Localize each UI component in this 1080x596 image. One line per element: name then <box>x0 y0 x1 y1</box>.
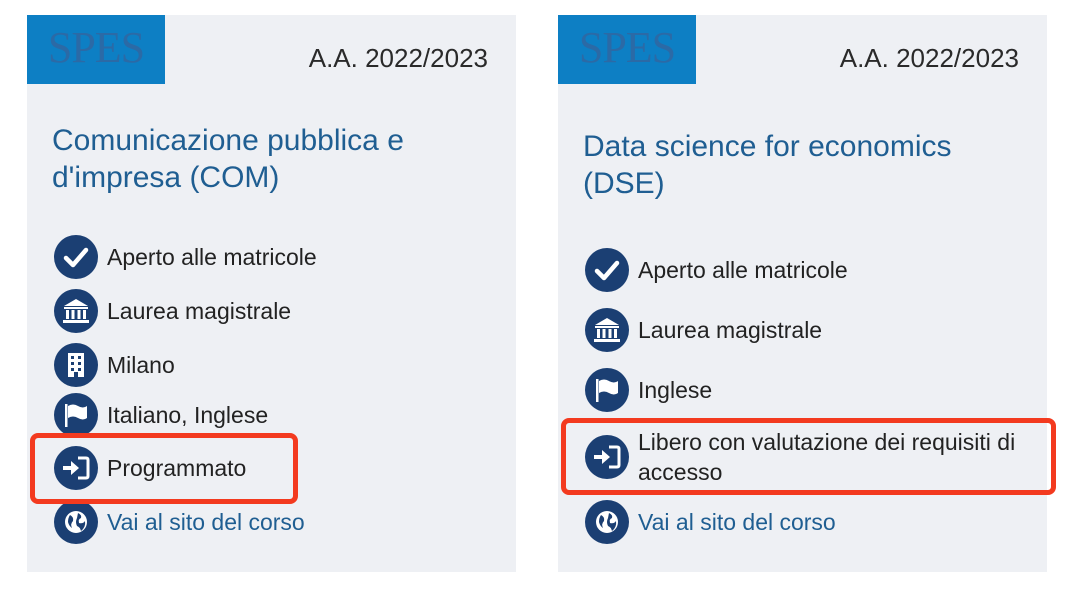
status-label: Aperto alle matricole <box>107 244 317 270</box>
course-title[interactable]: Data science for economics (DSE) <box>583 128 1003 202</box>
course-title[interactable]: Comunicazione pubblica e d'impresa (COM) <box>52 122 472 196</box>
check-icon <box>54 235 98 279</box>
institution-icon <box>54 289 98 333</box>
language-item: Italiano, Inglese <box>54 393 514 437</box>
course-site-label[interactable]: Vai al sito del corso <box>107 500 305 544</box>
globe-icon <box>585 500 629 544</box>
highlight-box-dse-access <box>561 418 1056 495</box>
language-label: Inglese <box>638 377 713 403</box>
globe-icon <box>54 500 98 544</box>
status-item: Aperto alle matricole <box>54 235 514 279</box>
highlight-box-com-access <box>30 433 298 504</box>
course-site-label[interactable]: Vai al sito del corso <box>638 500 836 544</box>
spes-logo: SPES <box>558 15 696 84</box>
language-item: Inglese <box>585 368 1045 412</box>
degree-type-label: Laurea magistrale <box>107 298 292 324</box>
location-item: Milano <box>54 343 514 387</box>
flag-icon <box>585 368 629 412</box>
status-item: Aperto alle matricole <box>585 248 1045 292</box>
building-icon <box>54 343 98 387</box>
language-label: Italiano, Inglese <box>107 402 269 428</box>
course-site-link[interactable]: Vai al sito del corso <box>54 500 514 544</box>
spes-logo: SPES <box>27 15 165 84</box>
status-label: Aperto alle matricole <box>638 257 848 283</box>
academic-year: A.A. 2022/2023 <box>839 43 1019 73</box>
institution-icon <box>585 308 629 352</box>
flag-icon <box>54 393 98 437</box>
course-site-link[interactable]: Vai al sito del corso <box>585 500 1045 544</box>
degree-type-item: Laurea magistrale <box>585 308 1045 352</box>
degree-type-item: Laurea magistrale <box>54 289 514 333</box>
degree-type-label: Laurea magistrale <box>638 317 823 343</box>
academic-year: A.A. 2022/2023 <box>308 43 488 73</box>
location-label: Milano <box>107 352 175 378</box>
check-icon <box>585 248 629 292</box>
